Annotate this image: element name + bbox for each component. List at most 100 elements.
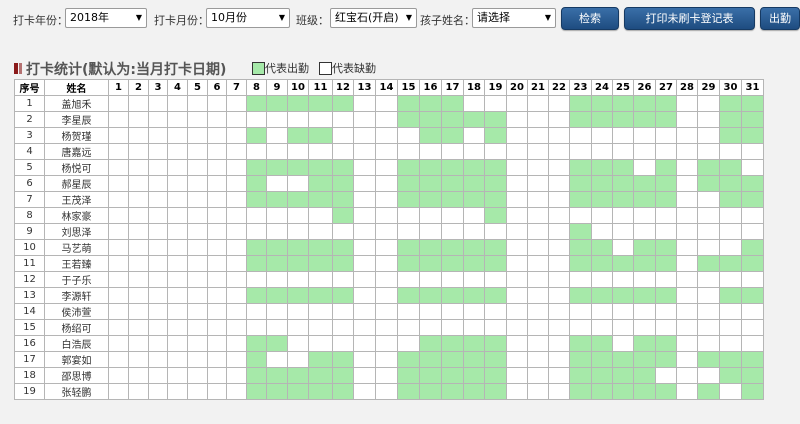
- attendance-cell-absent: [697, 303, 720, 320]
- student-name: 邵思博: [44, 367, 109, 384]
- attendance-cell-present: [419, 367, 442, 384]
- attendance-cell-absent: [167, 143, 188, 160]
- day-header: 23: [569, 79, 592, 96]
- attendance-cell-absent: [419, 223, 442, 240]
- row-index: 7: [14, 191, 45, 208]
- search-button[interactable]: 检索: [561, 7, 619, 30]
- attendance-cell-absent: [353, 255, 376, 272]
- attendance-cell-absent: [128, 239, 149, 256]
- attendance-cell-absent: [108, 287, 129, 304]
- day-header: 1: [108, 79, 129, 96]
- child-name-select[interactable]: 请选择 ▼: [472, 8, 556, 28]
- day-header: 21: [527, 79, 549, 96]
- student-name: 王茂泽: [44, 191, 109, 208]
- table-row: 13 李源轩: [14, 287, 764, 304]
- attendance-cell-absent: [697, 127, 720, 144]
- day-header: 4: [167, 79, 188, 96]
- attendance-cell-absent: [308, 303, 333, 320]
- attendance-cell-present: [569, 367, 592, 384]
- attendance-cell-absent: [591, 143, 613, 160]
- attendance-cell-present: [569, 111, 592, 128]
- attendance-cell-absent: [187, 95, 208, 112]
- attendance-cell-absent: [148, 287, 168, 304]
- attendance-cell-absent: [148, 255, 168, 272]
- attendance-cell-absent: [633, 223, 656, 240]
- attendance-cell-present: [463, 367, 485, 384]
- attendance-cell-absent: [484, 95, 507, 112]
- attendance-cell-absent: [719, 143, 742, 160]
- attendance-cell-absent: [148, 111, 168, 128]
- attendance-cell-absent: [527, 287, 549, 304]
- attendance-cell-absent: [375, 383, 398, 400]
- attendance-cell-absent: [207, 127, 227, 144]
- attendance-cell-absent: [612, 335, 634, 352]
- attendance-cell-present: [332, 95, 354, 112]
- attendance-cell-absent: [569, 143, 592, 160]
- attendance-cell-absent: [697, 207, 720, 224]
- class-label: 班级：: [296, 14, 329, 27]
- attendance-cell-present: [484, 335, 507, 352]
- attendance-cell-present: [741, 367, 764, 384]
- attendance-cell-present: [741, 175, 764, 192]
- attendance-cell-present: [441, 255, 464, 272]
- attendance-cell-absent: [719, 207, 742, 224]
- table-row: 17 郭宴如: [14, 351, 764, 368]
- attendance-cell-absent: [527, 335, 549, 352]
- attendance-cell-absent: [719, 383, 742, 400]
- attendance-cell-present: [741, 127, 764, 144]
- attendance-cell-absent: [187, 111, 208, 128]
- attendance-cell-absent: [719, 335, 742, 352]
- attendance-cell-absent: [397, 127, 420, 144]
- attendance-cell-absent: [207, 223, 227, 240]
- attendance-cell-absent: [655, 207, 677, 224]
- attendance-cell-present: [569, 383, 592, 400]
- print-unswiped-register-button[interactable]: 打印未刷卡登记表: [624, 7, 755, 30]
- present-swatch-icon: [252, 62, 265, 75]
- attendance-cell-absent: [226, 95, 247, 112]
- chevron-down-icon: ▼: [544, 13, 551, 22]
- student-name: 侯沛萱: [44, 303, 109, 320]
- attendance-cell-absent: [676, 367, 698, 384]
- attendance-cell-absent: [167, 223, 188, 240]
- table-row: 7 王茂泽: [14, 191, 764, 208]
- class-select[interactable]: 红宝石(开启) ▼: [330, 8, 417, 28]
- attendance-cell-absent: [569, 303, 592, 320]
- attendance-cell-absent: [591, 271, 613, 288]
- attendance-cell-absent: [591, 223, 613, 240]
- table-row: 8 林家豪: [14, 207, 764, 224]
- attendance-cell-absent: [419, 143, 442, 160]
- attendance-cell-present: [266, 159, 288, 176]
- attendance-cell-present: [463, 255, 485, 272]
- attendance-cell-absent: [375, 351, 398, 368]
- attendance-cell-absent: [419, 207, 442, 224]
- export-button[interactable]: 出勤: [760, 7, 800, 30]
- attendance-cell-absent: [108, 175, 129, 192]
- attendance-cell-absent: [353, 367, 376, 384]
- attendance-cell-absent: [108, 207, 129, 224]
- day-header: 14: [375, 79, 398, 96]
- attendance-cell-absent: [353, 287, 376, 304]
- attendance-cell-absent: [591, 319, 613, 336]
- attendance-cell-absent: [697, 95, 720, 112]
- attendance-cell-absent: [167, 207, 188, 224]
- attendance-cell-absent: [527, 319, 549, 336]
- attendance-cell-absent: [375, 335, 398, 352]
- attendance-cell-present: [741, 191, 764, 208]
- attendance-cell-present: [655, 351, 677, 368]
- attendance-cell-present: [308, 127, 333, 144]
- attendance-cell-absent: [148, 351, 168, 368]
- day-header: 25: [612, 79, 634, 96]
- attendance-cell-absent: [148, 191, 168, 208]
- attendance-cell-absent: [375, 111, 398, 128]
- month-select[interactable]: 10月份 ▼: [206, 8, 290, 28]
- attendance-cell-present: [569, 159, 592, 176]
- attendance-cell-absent: [266, 223, 288, 240]
- attendance-cell-present: [484, 239, 507, 256]
- attendance-cell-absent: [527, 239, 549, 256]
- day-header: 9: [266, 79, 288, 96]
- year-select[interactable]: 2018年 ▼: [65, 8, 147, 28]
- attendance-cell-absent: [287, 223, 309, 240]
- attendance-cell-absent: [128, 335, 149, 352]
- attendance-cell-absent: [187, 367, 208, 384]
- row-index: 19: [14, 383, 45, 400]
